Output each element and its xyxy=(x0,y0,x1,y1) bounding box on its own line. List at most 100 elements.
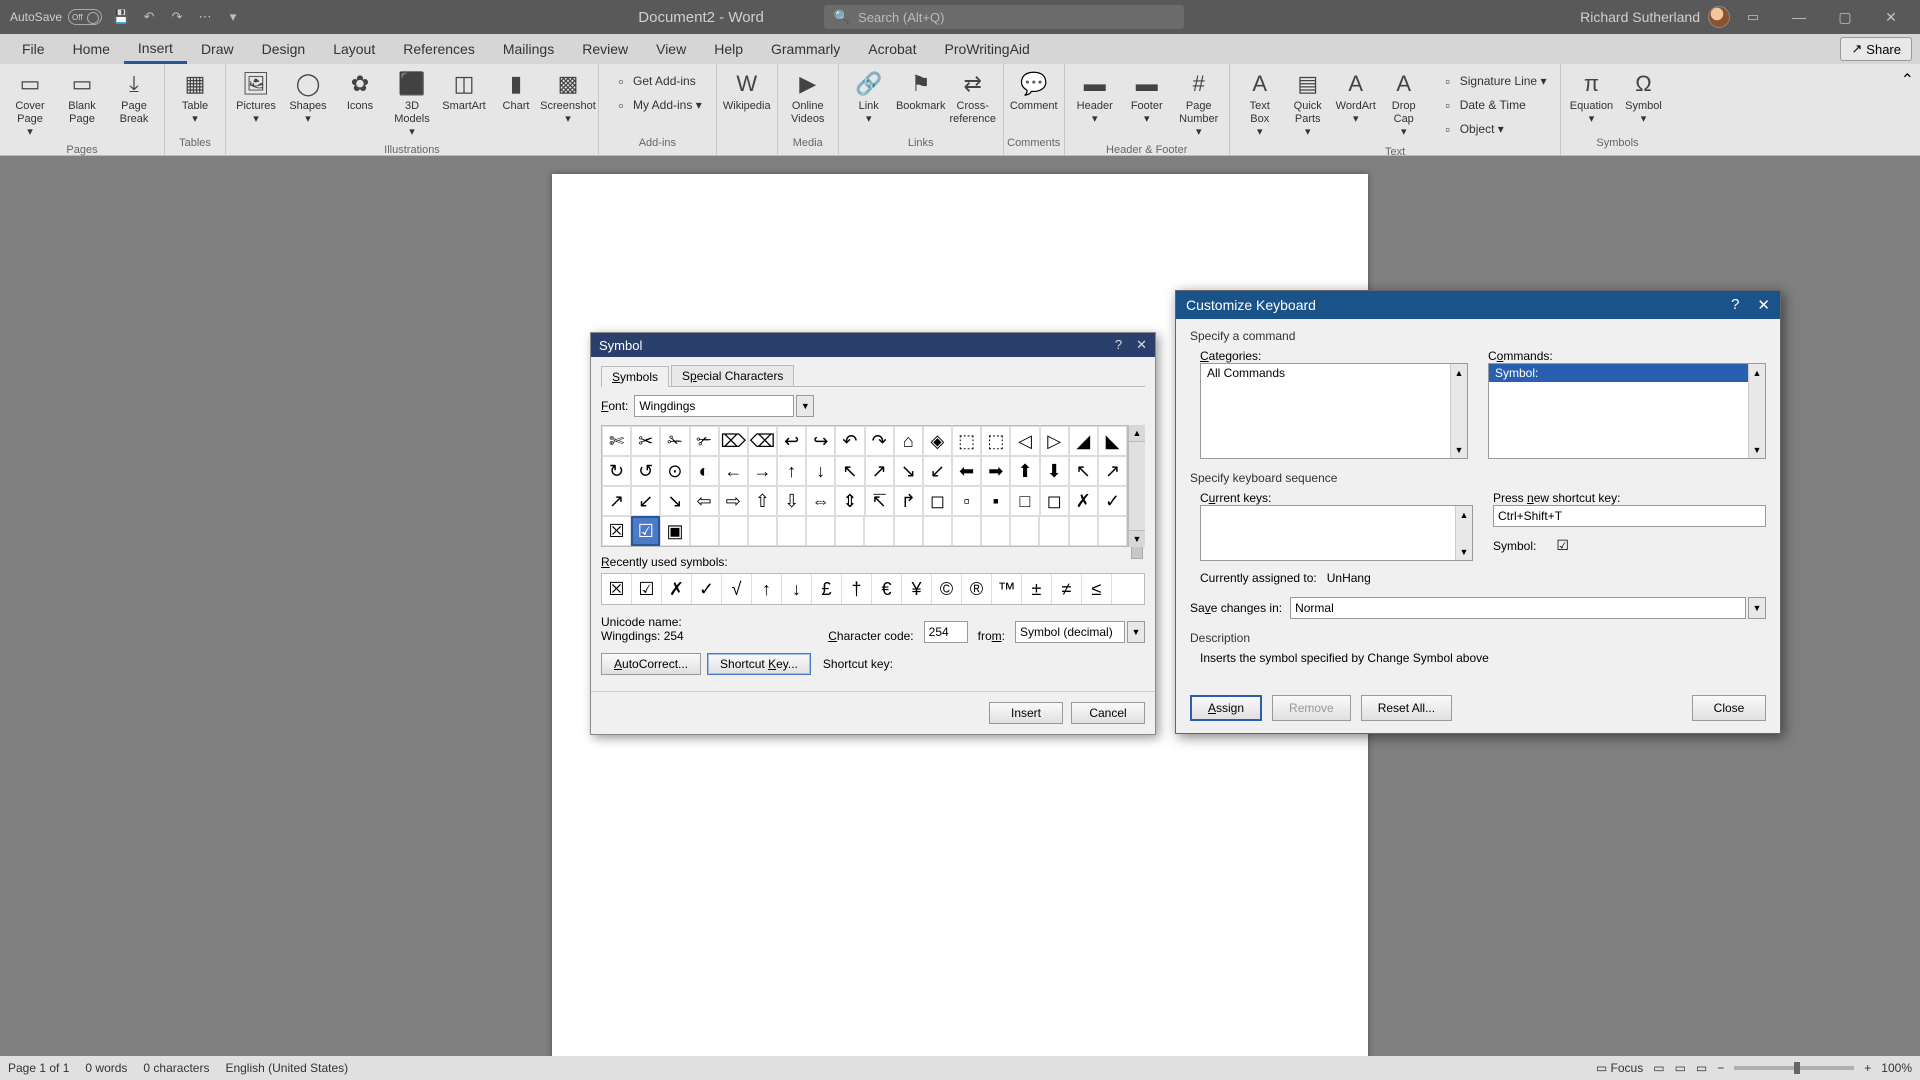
symbols-tab[interactable]: Symbols xyxy=(601,366,669,387)
symbol-cell[interactable]: ⬅ xyxy=(952,456,981,486)
symbol-cell[interactable]: ↘ xyxy=(894,456,923,486)
symbol-cell[interactable]: ⇩ xyxy=(777,486,806,516)
symbol-cell[interactable]: ◣ xyxy=(1098,426,1127,456)
language-status[interactable]: English (United States) xyxy=(225,1061,348,1075)
current-keys-listbox[interactable]: ▲▼ xyxy=(1200,505,1473,561)
-d-models--button[interactable]: ⬛3DModels▾ xyxy=(388,68,436,140)
symbol-cell[interactable]: ↺ xyxy=(631,456,660,486)
symbol-cell[interactable]: ▣ xyxy=(660,516,689,546)
drop-cap--button[interactable]: ADropCap▾ xyxy=(1380,68,1428,140)
footer--button[interactable]: ▬Footer▾ xyxy=(1123,68,1171,126)
tab-prowritingaid[interactable]: ProWritingAid xyxy=(930,34,1043,64)
symbol-cell[interactable] xyxy=(1098,516,1127,546)
recent-symbol-cell[interactable]: ® xyxy=(962,574,992,604)
recent-symbol-cell[interactable]: ± xyxy=(1022,574,1052,604)
symbol-cell[interactable]: ▷ xyxy=(1040,426,1069,456)
symbol-cell[interactable]: ▫ xyxy=(952,486,981,516)
command-item[interactable]: Symbol: xyxy=(1489,364,1765,382)
get-add-ins-button[interactable]: ▫Get Add-ins xyxy=(609,70,706,92)
redo-icon[interactable]: ↷ xyxy=(168,8,186,26)
symbol-cell[interactable]: ☑ xyxy=(631,516,660,546)
symbol-cell[interactable] xyxy=(777,516,806,546)
symbol-cell[interactable] xyxy=(748,516,777,546)
pictures--button[interactable]: 🖼Pictures▾ xyxy=(232,68,280,126)
quick-parts--button[interactable]: ▤QuickParts▾ xyxy=(1284,68,1332,140)
symbol-cell[interactable]: ↩ xyxy=(777,426,806,456)
recent-symbol-cell[interactable]: £ xyxy=(812,574,842,604)
symbol-cell[interactable]: ↑ xyxy=(777,456,806,486)
symbol-cell[interactable]: ◐ xyxy=(690,456,719,486)
symbol-cell[interactable] xyxy=(806,516,835,546)
table--button[interactable]: ▦Table▾ xyxy=(171,68,219,126)
symbol-cell[interactable]: ✂ xyxy=(631,426,660,456)
symbol-cell[interactable]: ⌂ xyxy=(894,426,923,456)
word-count[interactable]: 0 words xyxy=(85,1061,127,1075)
recent-symbol-cell[interactable]: © xyxy=(932,574,962,604)
symbol-cell[interactable]: ◁ xyxy=(1010,426,1039,456)
recent-symbol-cell[interactable]: ¥ xyxy=(902,574,932,604)
symbol-cell[interactable]: ↷ xyxy=(865,426,894,456)
symbol-cell[interactable]: □ xyxy=(1010,486,1039,516)
symbol-cell[interactable] xyxy=(1039,516,1068,546)
close-button[interactable]: Close xyxy=(1692,695,1766,721)
recent-symbol-cell[interactable]: € xyxy=(872,574,902,604)
share-button[interactable]: ↗Share xyxy=(1840,37,1912,61)
object--button[interactable]: ▫Object ▾ xyxy=(1436,118,1551,140)
recent-symbol-cell[interactable]: ≠ xyxy=(1052,574,1082,604)
autosave-switch[interactable]: Off xyxy=(68,9,102,25)
link--button[interactable]: 🔗Link▾ xyxy=(845,68,893,126)
symbol-cell[interactable] xyxy=(952,516,981,546)
symbol-cell[interactable] xyxy=(719,516,748,546)
kbd-dialog-titlebar[interactable]: Customize Keyboard ?✕ xyxy=(1176,291,1780,319)
wordart--button[interactable]: AWordArt▾ xyxy=(1332,68,1380,140)
reset-all-button[interactable]: Reset All... xyxy=(1361,695,1452,721)
tab-references[interactable]: References xyxy=(389,34,489,64)
recent-symbol-cell[interactable]: ↑ xyxy=(752,574,782,604)
symbol-cell[interactable]: ✗ xyxy=(1069,486,1098,516)
char-count[interactable]: 0 characters xyxy=(143,1061,209,1075)
recent-symbol-cell[interactable]: ↓ xyxy=(782,574,812,604)
symbol-cell[interactable]: ⬇ xyxy=(1040,456,1069,486)
symbol-cell[interactable]: ✓ xyxy=(1098,486,1127,516)
minimize-button[interactable]: ― xyxy=(1776,0,1822,34)
category-item[interactable]: All Commands xyxy=(1201,364,1467,382)
page-status[interactable]: Page 1 of 1 xyxy=(8,1061,69,1075)
symbol-cell[interactable]: ⬆ xyxy=(1010,456,1039,486)
scroll-up-icon[interactable]: ▲ xyxy=(1129,425,1145,442)
bookmark-button[interactable]: ⚑Bookmark xyxy=(897,68,945,113)
symbol-cell[interactable]: ◢ xyxy=(1069,426,1098,456)
tab-grammarly[interactable]: Grammarly xyxy=(757,34,854,64)
text-box--button[interactable]: ATextBox▾ xyxy=(1236,68,1284,140)
cancel-button[interactable]: Cancel xyxy=(1071,702,1145,724)
page-number--button[interactable]: #PageNumber▾ xyxy=(1175,68,1223,140)
save-icon[interactable]: 💾 xyxy=(112,8,130,26)
symbol-cell[interactable]: ✁ xyxy=(660,426,689,456)
symbol-cell[interactable] xyxy=(864,516,893,546)
tab-home[interactable]: Home xyxy=(59,34,124,64)
symbol-cell[interactable]: ↶ xyxy=(835,426,864,456)
save-changes-dropdown-icon[interactable]: ▼ xyxy=(1748,597,1766,619)
symbol-cell[interactable]: ↸ xyxy=(865,486,894,516)
symbol-cell[interactable]: ✃ xyxy=(690,426,719,456)
symbol-cell[interactable]: ↖ xyxy=(835,456,864,486)
zoom-slider[interactable] xyxy=(1734,1066,1854,1070)
symbol-cell[interactable]: ↻ xyxy=(602,456,631,486)
press-new-input[interactable] xyxy=(1493,505,1766,527)
recent-symbol-cell[interactable]: ™ xyxy=(992,574,1022,604)
tab-help[interactable]: Help xyxy=(700,34,757,64)
symbol-cell[interactable] xyxy=(981,516,1010,546)
categories-listbox[interactable]: All Commands ▲▼ xyxy=(1200,363,1468,459)
from-dropdown-icon[interactable]: ▼ xyxy=(1127,621,1145,643)
symbol-cell[interactable]: ◈ xyxy=(923,426,952,456)
read-mode-icon[interactable]: ▭ xyxy=(1653,1061,1664,1075)
collapse-ribbon-icon[interactable]: ⌃ xyxy=(1895,64,1920,155)
symbol-cell[interactable] xyxy=(835,516,864,546)
symbol-cell[interactable]: ↪ xyxy=(806,426,835,456)
recent-symbol-cell[interactable]: † xyxy=(842,574,872,604)
autocorrect-button[interactable]: AutoCorrect... xyxy=(601,653,701,675)
symbol-cell[interactable]: ◻ xyxy=(923,486,952,516)
page-break-button[interactable]: ⤓PageBreak xyxy=(110,68,158,126)
symbol-cell[interactable]: ✄ xyxy=(602,426,631,456)
chart-button[interactable]: ▮Chart xyxy=(492,68,540,113)
tab-draw[interactable]: Draw xyxy=(187,34,248,64)
